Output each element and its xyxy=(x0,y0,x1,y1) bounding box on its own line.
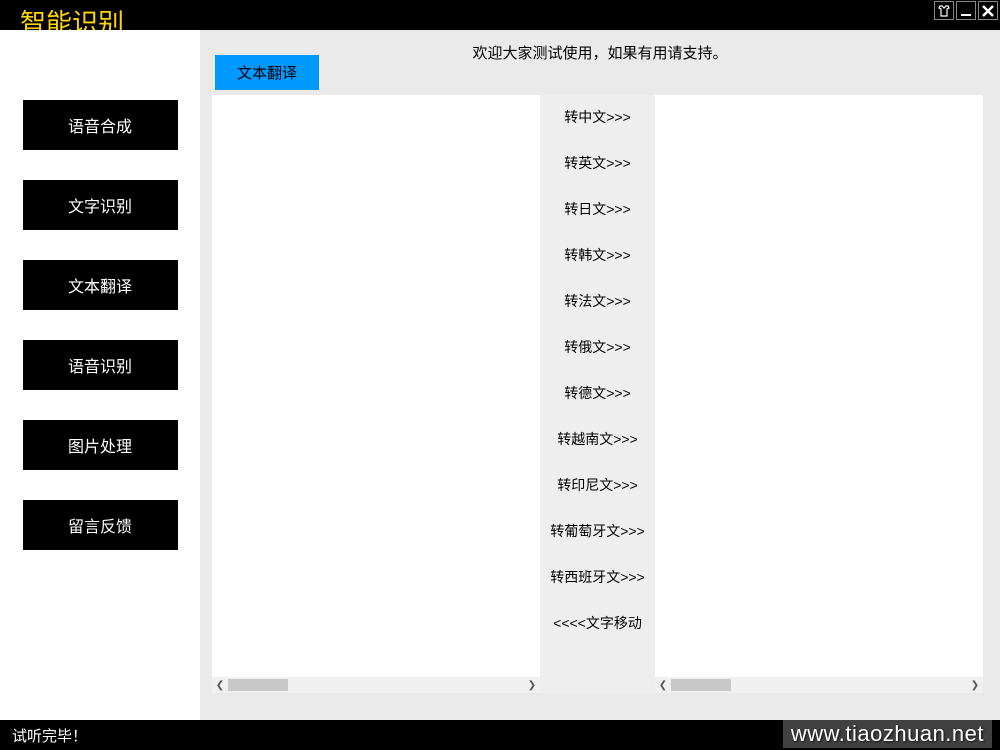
sidebar-item-voice-synthesis[interactable]: 语音合成 xyxy=(23,100,178,150)
sidebar-item-text-translation[interactable]: 文本翻译 xyxy=(23,260,178,310)
window-controls xyxy=(934,0,1000,20)
lang-btn-french[interactable]: 转法文>>> xyxy=(564,291,631,311)
language-selector-panel: 转中文>>> 转英文>>> 转日文>>> 转韩文>>> 转法文>>> 转俄文>>… xyxy=(540,95,655,693)
source-text-panel[interactable]: ❮ ❯ xyxy=(212,95,540,693)
main-area: 语音合成 文字识别 文本翻译 语音识别 图片处理 留言反馈 欢迎大家测试使用，如… xyxy=(0,30,1000,720)
lang-btn-german[interactable]: 转德文>>> xyxy=(564,383,631,403)
status-text: 试听完毕！ xyxy=(12,725,87,746)
lang-btn-vietnamese[interactable]: 转越南文>>> xyxy=(557,429,638,449)
scroll-thumb[interactable] xyxy=(671,679,731,691)
scrollbar-horizontal-right: ❮ ❯ xyxy=(655,677,983,693)
sidebar: 语音合成 文字识别 文本翻译 语音识别 图片处理 留言反馈 xyxy=(0,30,200,720)
lang-btn-russian[interactable]: 转俄文>>> xyxy=(564,337,631,357)
lang-btn-indonesian[interactable]: 转印尼文>>> xyxy=(557,475,638,495)
minimize-button[interactable] xyxy=(956,1,976,20)
tab-text-translation[interactable]: 文本翻译 xyxy=(215,55,319,90)
lang-btn-text-move[interactable]: <<<<文字移动 xyxy=(553,613,642,633)
lang-btn-english[interactable]: 转英文>>> xyxy=(564,153,631,173)
close-button[interactable] xyxy=(978,1,998,20)
lang-btn-spanish[interactable]: 转西班牙文>>> xyxy=(550,567,645,587)
content-area: 欢迎大家测试使用，如果有用请支持。 文本翻译 ❮ ❯ 转中文>>> 转英文>>>… xyxy=(200,30,1000,720)
scrollbar-horizontal-left: ❮ ❯ xyxy=(212,677,540,693)
scroll-left-arrow-icon[interactable]: ❮ xyxy=(655,677,671,693)
scroll-left-arrow-icon[interactable]: ❮ xyxy=(212,677,228,693)
scroll-thumb[interactable] xyxy=(228,679,288,691)
target-text-panel[interactable]: ❮ ❯ xyxy=(655,95,983,693)
sidebar-item-voice-recognition[interactable]: 语音识别 xyxy=(23,340,178,390)
lang-btn-japanese[interactable]: 转日文>>> xyxy=(564,199,631,219)
sidebar-item-image-processing[interactable]: 图片处理 xyxy=(23,420,178,470)
sidebar-item-text-recognition[interactable]: 文字识别 xyxy=(23,180,178,230)
scroll-right-arrow-icon[interactable]: ❯ xyxy=(524,677,540,693)
lang-btn-portuguese[interactable]: 转葡萄牙文>>> xyxy=(550,521,645,541)
sidebar-item-feedback[interactable]: 留言反馈 xyxy=(23,500,178,550)
panels: ❮ ❯ 转中文>>> 转英文>>> 转日文>>> 转韩文>>> 转法文>>> 转… xyxy=(200,90,1000,720)
scroll-track[interactable] xyxy=(671,677,967,693)
watermark: www.tiaozhuan.net xyxy=(783,720,992,748)
scroll-track[interactable] xyxy=(228,677,524,693)
lang-btn-chinese[interactable]: 转中文>>> xyxy=(564,107,631,127)
scroll-right-arrow-icon[interactable]: ❯ xyxy=(967,677,983,693)
lang-btn-korean[interactable]: 转韩文>>> xyxy=(564,245,631,265)
titlebar: 智能识别 xyxy=(0,0,1000,30)
welcome-text: 欢迎大家测试使用，如果有用请支持。 xyxy=(472,42,727,63)
content-header: 欢迎大家测试使用，如果有用请支持。 文本翻译 xyxy=(200,30,1000,90)
shirt-icon-button[interactable] xyxy=(934,1,954,20)
